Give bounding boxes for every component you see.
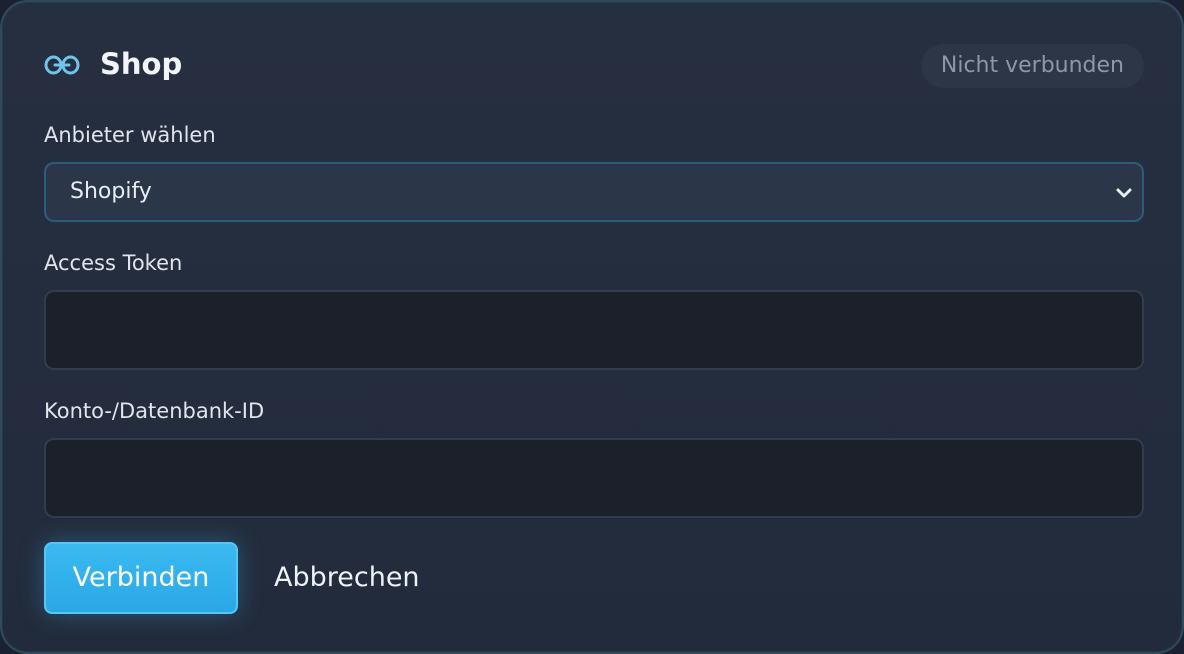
- card-header: Shop Nicht verbunden: [44, 42, 1144, 88]
- shop-connection-card: Shop Nicht verbunden Anbieter wählen Sho…: [0, 0, 1184, 654]
- link-icon: [44, 55, 80, 75]
- connect-button[interactable]: Verbinden: [44, 542, 238, 614]
- account-id-input[interactable]: [44, 438, 1144, 518]
- status-badge: Nicht verbunden: [920, 44, 1144, 88]
- access-token-label: Access Token: [44, 251, 183, 275]
- provider-label: Anbieter wählen: [44, 123, 216, 147]
- card-title: Shop: [100, 47, 183, 81]
- chevron-down-icon: [1116, 188, 1132, 198]
- provider-select-value: Shopify: [70, 179, 152, 204]
- cancel-button[interactable]: Abbrechen: [274, 542, 420, 614]
- provider-select[interactable]: Shopify: [44, 162, 1144, 222]
- access-token-input[interactable]: [44, 290, 1144, 370]
- account-id-label: Konto-/Datenbank-ID: [44, 399, 265, 423]
